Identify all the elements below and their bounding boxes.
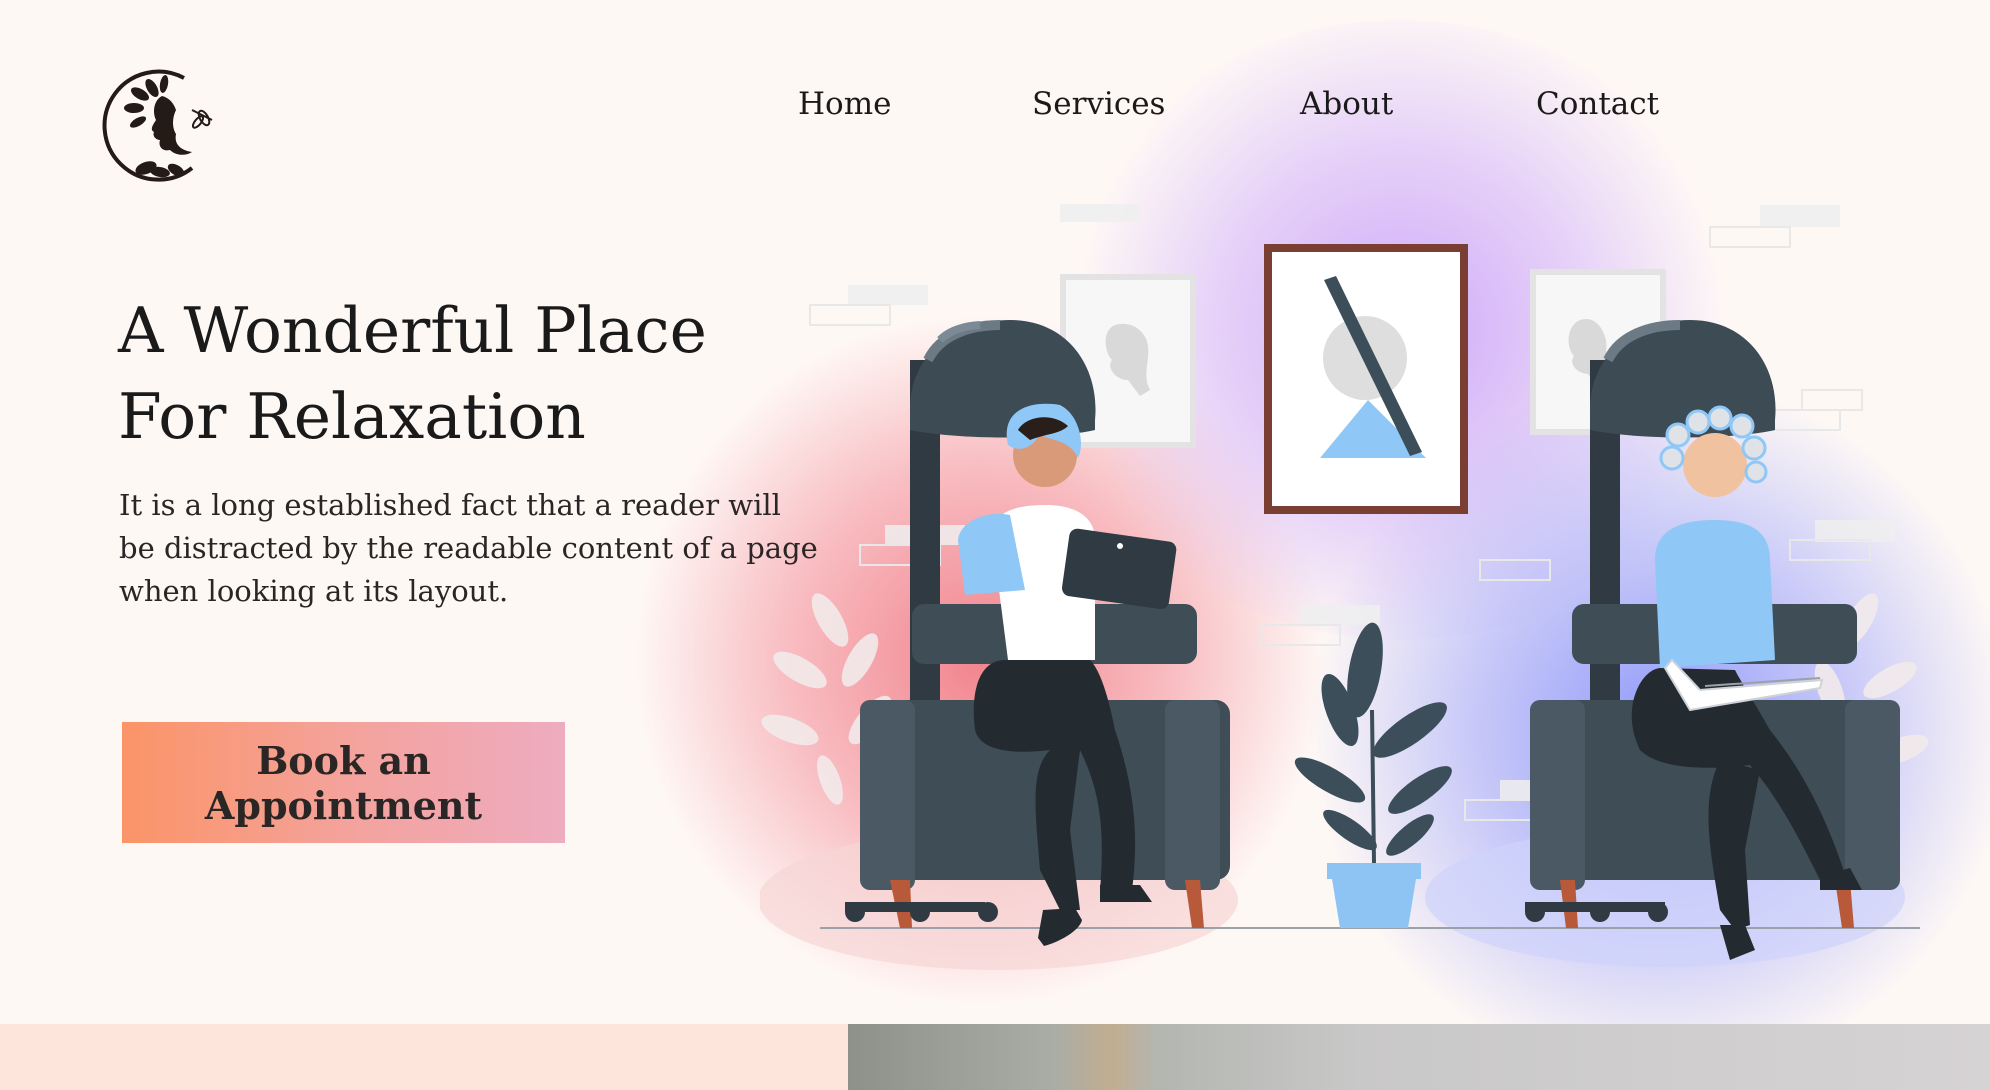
nav-item-home[interactable]: Home: [798, 86, 891, 122]
book-appointment-button[interactable]: Book an Appointment: [122, 722, 565, 843]
nav-item-about[interactable]: About: [1300, 86, 1393, 122]
nav-item-services[interactable]: Services: [1032, 86, 1165, 122]
salon-scene-icon: [758, 204, 1929, 970]
nav-item-contact[interactable]: Contact: [1536, 86, 1659, 122]
hero-title-line-1: A Wonderful Place: [118, 294, 707, 367]
hero-description: It is a long established fact that a rea…: [119, 488, 818, 608]
woman-profile-leaves-icon: [102, 69, 213, 182]
hair-salon-illustration: [758, 190, 1990, 990]
hero-title-line-2: For Relaxation: [118, 380, 586, 453]
next-section-photo: [848, 1024, 1990, 1090]
next-section-band: [0, 1024, 848, 1090]
hero-title: A Wonderful Place For Relaxation: [118, 288, 818, 460]
brand-logo[interactable]: [96, 60, 218, 188]
hero-section: Home Services About Contact A Wonderful …: [0, 0, 1990, 1024]
